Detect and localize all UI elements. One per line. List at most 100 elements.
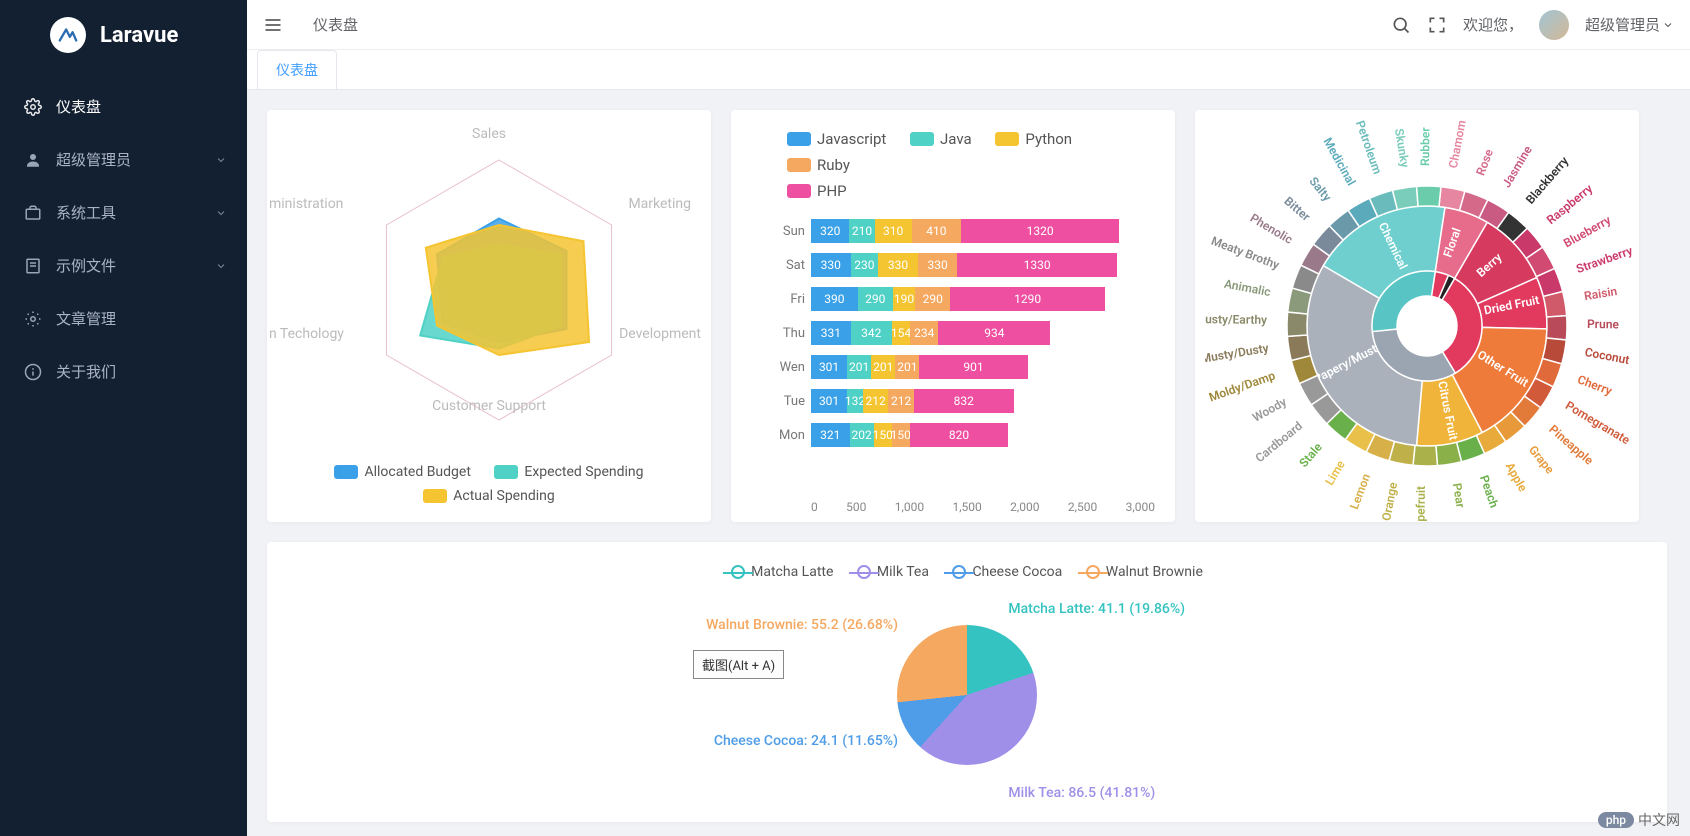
- tabs-bar: 仪表盘: [247, 50, 1690, 90]
- radar-axis-label: Marketing: [628, 196, 691, 212]
- sidebar-item-label: 系统工具: [56, 202, 116, 223]
- svg-text:Phenolic: Phenolic: [1248, 211, 1295, 247]
- svg-text:Skunky: Skunky: [1392, 127, 1412, 168]
- bar-legend: Javascript Java Python Ruby PHP: [741, 120, 1165, 214]
- svg-text:Coconut: Coconut: [1584, 345, 1631, 367]
- radar-axis-label: ministration: [269, 196, 343, 212]
- legend-item[interactable]: Java: [910, 130, 972, 148]
- svg-text:Peach: Peach: [1477, 473, 1501, 510]
- legend-label: Python: [1025, 130, 1072, 148]
- svg-text:Medicinal: Medicinal: [1320, 135, 1358, 188]
- avatar[interactable]: [1539, 10, 1569, 40]
- svg-text:Meaty Brothy: Meaty Brothy: [1209, 234, 1281, 272]
- watermark-pill: php: [1598, 812, 1634, 828]
- gear-icon: [24, 98, 42, 116]
- sidebar-item-label: 文章管理: [56, 308, 116, 329]
- svg-text:Bitter: Bitter: [1281, 194, 1313, 224]
- sidebar-item-about[interactable]: 关于我们: [0, 345, 247, 398]
- sidebar-item-articles[interactable]: 文章管理: [0, 292, 247, 345]
- legend-label: Ruby: [817, 156, 850, 174]
- svg-text:Salty: Salty: [1306, 174, 1334, 204]
- svg-text:Animalic: Animalic: [1223, 277, 1272, 300]
- legend-item[interactable]: Expected Spending: [494, 464, 643, 480]
- sidebar-item-dashboard[interactable]: 仪表盘: [0, 80, 247, 133]
- sidebar-item-label: 仪表盘: [56, 96, 101, 117]
- legend-item[interactable]: Matcha Latte: [731, 564, 833, 580]
- sidebar-item-admin[interactable]: 超级管理员: [0, 133, 247, 186]
- brand-text: Laravue: [100, 23, 178, 48]
- watermark-text: 中文网: [1638, 810, 1680, 830]
- pie-slice-label: Cheese Cocoa: 24.1 (11.65%): [714, 733, 898, 749]
- svg-text:Raisin: Raisin: [1583, 284, 1618, 303]
- svg-text:Orange: Orange: [1379, 481, 1400, 522]
- header: 仪表盘 欢迎您， 超级管理员: [247, 0, 1690, 50]
- legend-label: Allocated Budget: [364, 464, 470, 480]
- legend-item[interactable]: Cheese Cocoa: [952, 564, 1062, 580]
- legend-item[interactable]: Allocated Budget: [334, 464, 470, 480]
- tab-label: 仪表盘: [276, 63, 318, 79]
- radar-axis-label: n Techology: [269, 326, 344, 342]
- svg-text:Lime: Lime: [1322, 457, 1348, 487]
- legend-item[interactable]: PHP: [787, 182, 847, 200]
- legend-item[interactable]: Javascript: [787, 130, 886, 148]
- svg-text:Musty/Dusty: Musty/Dusty: [1205, 341, 1270, 366]
- info-icon: [24, 363, 42, 381]
- fullscreen-icon[interactable]: [1427, 15, 1447, 35]
- sidebar-item-label: 示例文件: [56, 255, 116, 276]
- svg-text:Musty/Earthy: Musty/Earthy: [1205, 312, 1267, 327]
- radar-legend: Allocated Budget Expected Spending Actua…: [267, 460, 711, 508]
- hamburger-icon[interactable]: [263, 15, 283, 35]
- svg-text:Grapefruit: Grapefruit: [1413, 486, 1428, 522]
- chevron-down-icon: [215, 154, 227, 166]
- svg-text:Petroleum: Petroleum: [1353, 120, 1385, 176]
- chevron-down-icon: [215, 260, 227, 272]
- pie-slice-label: Matcha Latte: 41.1 (19.86%): [1008, 601, 1185, 617]
- chevron-down-icon: [1662, 19, 1674, 31]
- svg-text:Cherry: Cherry: [1576, 372, 1614, 398]
- welcome-text: 欢迎您，: [1463, 14, 1523, 35]
- pie-plot: Matcha Latte: 41.1 (19.86%) Milk Tea: 86…: [277, 595, 1657, 795]
- legend-item[interactable]: Milk Tea: [857, 564, 929, 580]
- svg-text:Grape: Grape: [1526, 443, 1557, 477]
- pie-graphic: [897, 625, 1037, 765]
- sidebar-item-examples[interactable]: 示例文件: [0, 239, 247, 292]
- pie-legend: Matcha Latte Milk Tea Cheese Cocoa Walnu…: [277, 552, 1657, 595]
- pie-slice-label: Milk Tea: 86.5 (41.81%): [1008, 785, 1155, 801]
- legend-label: Expected Spending: [524, 464, 643, 480]
- svg-text:Chamomile: Chamomile: [1446, 120, 1471, 169]
- legend-label: Cheese Cocoa: [972, 564, 1062, 580]
- sidebar-menu: 仪表盘 超级管理员 系统工具 示例文件 文章管理 关于我们: [0, 70, 247, 398]
- radar-axis-label: Customer Support: [432, 398, 546, 414]
- sunburst-chart-card: FloralBerryDried FruitOther FruitCitrus …: [1195, 110, 1639, 522]
- legend-item[interactable]: Walnut Brownie: [1086, 564, 1203, 580]
- legend-label: PHP: [817, 182, 847, 200]
- svg-text:Moldy/Damp: Moldy/Damp: [1207, 368, 1277, 404]
- legend-label: Walnut Brownie: [1106, 564, 1203, 580]
- sidebar-item-tools[interactable]: 系统工具: [0, 186, 247, 239]
- tab-dashboard[interactable]: 仪表盘: [257, 50, 337, 89]
- svg-text:Apple: Apple: [1503, 460, 1531, 494]
- sunburst-chart: FloralBerryDried FruitOther FruitCitrus …: [1205, 120, 1639, 522]
- svg-text:Stale: Stale: [1296, 440, 1325, 470]
- chevron-down-icon: [215, 207, 227, 219]
- brand: Laravue: [0, 0, 247, 70]
- bar-x-axis: 05001,0001,5002,0002,5003,000: [811, 500, 1155, 514]
- legend-label: Milk Tea: [877, 564, 929, 580]
- svg-text:Strawberry: Strawberry: [1574, 243, 1634, 276]
- legend-label: Javascript: [817, 130, 886, 148]
- legend-item[interactable]: Actual Spending: [423, 488, 554, 504]
- legend-item[interactable]: Python: [995, 130, 1072, 148]
- svg-text:Cardboard: Cardboard: [1253, 419, 1306, 466]
- briefcase-icon: [24, 204, 42, 222]
- radar-axis-label: Development: [619, 326, 701, 342]
- pie-slice-label: Walnut Brownie: 55.2 (26.68%): [706, 617, 898, 633]
- sidebar-item-label: 关于我们: [56, 361, 116, 382]
- search-icon[interactable]: [1391, 15, 1411, 35]
- svg-text:Prune: Prune: [1587, 317, 1620, 331]
- user-dropdown[interactable]: 超级管理员: [1585, 14, 1674, 35]
- legend-item[interactable]: Ruby: [787, 156, 850, 174]
- bar-chart-card: Javascript Java Python Ruby PHP Sun32021…: [731, 110, 1175, 522]
- watermark: php 中文网: [1598, 810, 1680, 830]
- pie-chart-card: Matcha Latte Milk Tea Cheese Cocoa Walnu…: [267, 542, 1667, 822]
- svg-text:Rubber: Rubber: [1418, 127, 1432, 166]
